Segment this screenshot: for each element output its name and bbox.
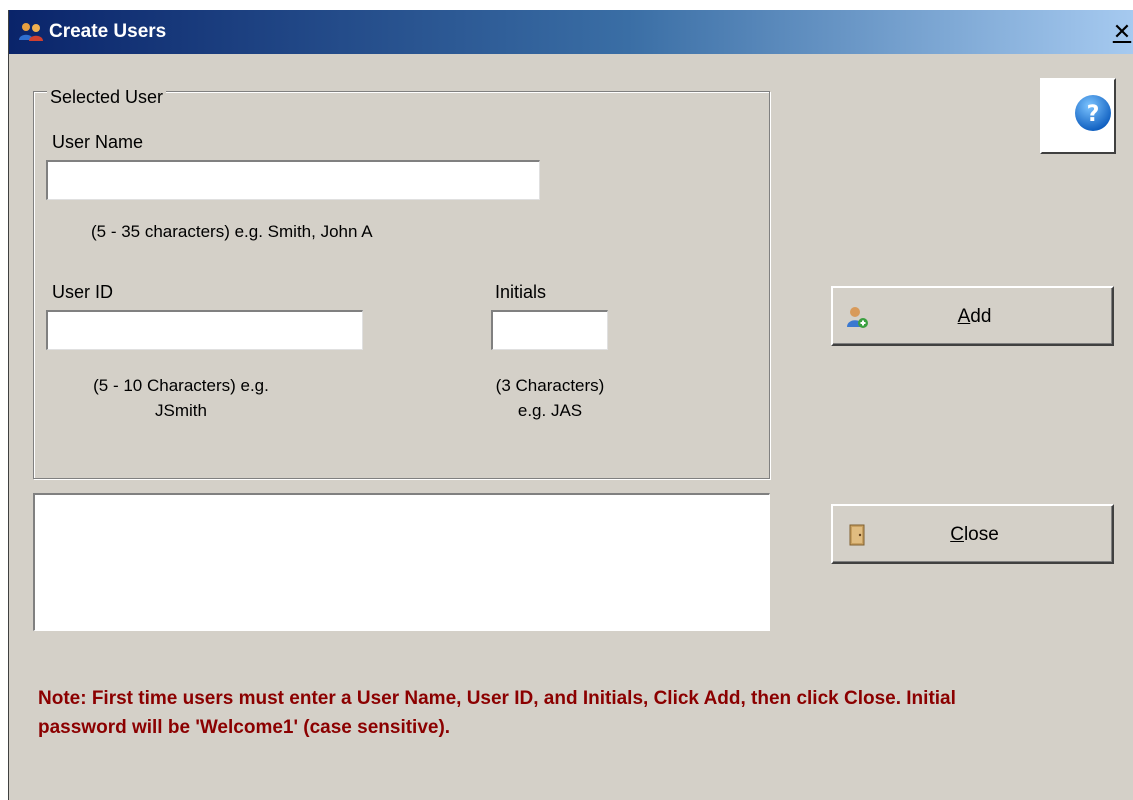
selected-user-legend: Selected User: [47, 86, 167, 108]
close-button[interactable]: Close: [831, 504, 1114, 564]
initials-label: Initials: [495, 282, 547, 302]
close-icon: ✕: [1112, 19, 1132, 44]
message-box[interactable]: [33, 493, 770, 631]
svg-text:?: ?: [1087, 102, 1100, 127]
initials-hint-line2: e.g. JAS: [517, 401, 583, 420]
help-question-icon: ?: [1075, 95, 1111, 131]
create-users-window: Create Users ✕ Selected User User Name (…: [8, 10, 1133, 800]
initials-input[interactable]: [491, 310, 608, 350]
close-window-button[interactable]: ✕: [1111, 20, 1133, 44]
close-button-label: Close: [950, 524, 999, 545]
help-button[interactable]: ?: [1040, 78, 1116, 154]
users-icon: [19, 23, 43, 41]
user-id-input[interactable]: [46, 310, 363, 350]
user-name-input[interactable]: [46, 160, 540, 200]
user-id-hint-line1: (5 - 10 Characters) e.g.: [93, 376, 269, 395]
title-bar[interactable]: Create Users ✕: [9, 10, 1133, 54]
user-name-label: User Name: [52, 132, 144, 152]
initials-hint-line1: (3 Characters): [495, 376, 605, 395]
user-id-hint-line2: JSmith: [155, 401, 207, 420]
add-button[interactable]: Add: [831, 286, 1114, 346]
first-time-note: Note: First time users must enter a User…: [38, 688, 956, 738]
user-name-hint: (5 - 35 characters) e.g. Smith, John A: [91, 222, 373, 241]
window-title: Create Users: [49, 21, 167, 42]
add-button-label: Add: [957, 306, 992, 327]
user-id-label: User ID: [52, 282, 114, 302]
